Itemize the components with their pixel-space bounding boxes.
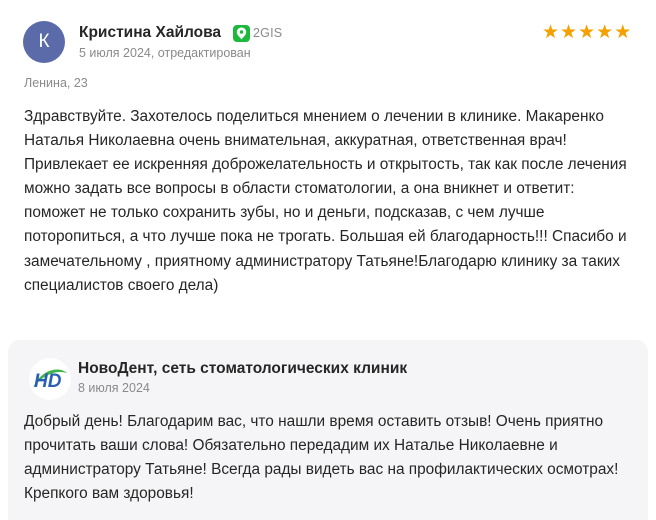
- star-icon: ★: [578, 22, 596, 43]
- review-card: К Кристина Хайлова 2GIS 5 июля 2024, отр…: [0, 0, 656, 520]
- reply-author[interactable]: НовоДент, сеть стоматологических клиник: [78, 360, 407, 378]
- review-date: 5 июля 2024, отредактирован: [79, 46, 251, 60]
- avatar[interactable]: К: [23, 21, 65, 63]
- review-text: Здравствуйте. Захотелось поделиться мнен…: [24, 108, 627, 294]
- novodent-logo: HD: [29, 358, 71, 400]
- branch-address: Ленина, 23: [24, 76, 88, 90]
- source-badge: 2GIS: [233, 24, 283, 42]
- rating-stars: ★ ★ ★ ★ ★: [542, 23, 631, 43]
- star-icon: ★: [542, 22, 560, 43]
- source-label: 2GIS: [253, 26, 283, 40]
- star-icon: ★: [596, 22, 614, 43]
- company-reply: HD НовоДент, сеть стоматологических клин…: [8, 340, 648, 520]
- 2gis-pin-icon: [233, 24, 251, 42]
- novodent-logo-icon: HD: [33, 369, 67, 392]
- author-name[interactable]: Кристина Хайлова: [79, 24, 221, 42]
- star-icon: ★: [560, 22, 578, 43]
- avatar-letter: К: [38, 31, 50, 52]
- reply-text: Добрый день! Благодарим вас, что нашли в…: [24, 413, 619, 503]
- star-icon: ★: [614, 22, 632, 43]
- author-row: Кристина Хайлова 2GIS: [79, 24, 282, 42]
- reply-date: 8 июля 2024: [78, 381, 150, 395]
- svg-text:HD: HD: [34, 371, 62, 392]
